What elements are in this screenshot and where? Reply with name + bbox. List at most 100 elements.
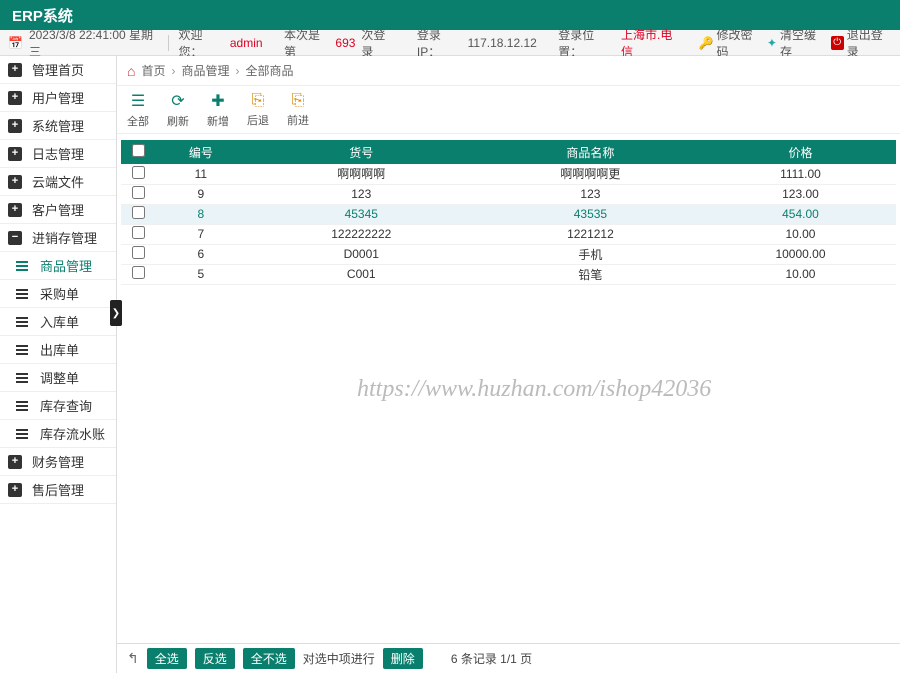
sidebar-toggle[interactable]: ❯ (110, 300, 122, 326)
row-checkbox[interactable] (132, 186, 145, 199)
home-icon[interactable]: ⌂ (127, 63, 135, 79)
cell-name: 123 (476, 184, 705, 204)
ip-label: 登录IP： (417, 26, 462, 60)
breadcrumb: ⌂ 首页 › 商品管理 › 全部商品 (117, 56, 900, 86)
select-all-button[interactable]: 全选 (147, 648, 187, 669)
cell-name: 1221212 (476, 224, 705, 244)
select-none-button[interactable]: 全不选 (243, 648, 295, 669)
list-icon (16, 429, 30, 439)
row-checkbox[interactable] (132, 166, 145, 179)
sidebar-item-11[interactable]: 调整单 (0, 364, 116, 392)
delete-button[interactable]: 删除 (383, 648, 423, 669)
list-icon (16, 261, 30, 271)
chevron-right-icon: › (236, 64, 240, 78)
datetime-label: 2023/3/8 22:41:00 星期三 (29, 26, 158, 60)
cell-name: 手机 (476, 244, 705, 264)
cell-price: 123.00 (705, 184, 896, 204)
product-table: 编号货号商品名称价格 11啊啊啊啊啊啊啊啊更1111.009123123123.… (121, 140, 896, 285)
sidebar-item-9[interactable]: 入库单 (0, 308, 116, 336)
sidebar-item-2[interactable]: +系统管理 (0, 112, 116, 140)
cell-sku: 啊啊啊啊 (247, 164, 476, 184)
expand-icon: − (8, 231, 22, 245)
row-checkbox-cell (121, 224, 155, 244)
calendar-icon: 📅 (8, 36, 23, 50)
breadcrumb-home[interactable]: 首页 (141, 62, 165, 79)
sidebar-item-10[interactable]: 出库单 (0, 336, 116, 364)
table-row[interactable]: 9123123123.00 (121, 184, 896, 204)
action-label: 对选中项进行 (303, 650, 375, 667)
sidebar-label: 管理首页 (32, 60, 84, 79)
sidebar-label: 库存流水账 (40, 424, 105, 443)
clear-cache-link[interactable]: ✦清空缓存 (767, 26, 825, 60)
select-all-checkbox[interactable] (132, 144, 145, 157)
sidebar-item-13[interactable]: 库存流水账 (0, 420, 116, 448)
sidebar-item-4[interactable]: +云端文件 (0, 168, 116, 196)
welcome-label: 欢迎您： (179, 26, 224, 60)
loc-label: 登录位置： (558, 26, 615, 60)
sidebar-item-12[interactable]: 库存查询 (0, 392, 116, 420)
plus-icon: ✚ (211, 91, 224, 111)
breadcrumb-mid[interactable]: 商品管理 (181, 62, 229, 79)
table-row[interactable]: 7122222222122121210.00 (121, 224, 896, 244)
sidebar-item-14[interactable]: + 财务管理 (0, 448, 116, 476)
expand-icon: + (8, 455, 22, 469)
visit-count: 693 (335, 36, 355, 50)
sidebar-label: 售后管理 (32, 480, 84, 499)
pager-info: 6 条记录 1/1 页 (451, 650, 532, 667)
toolbar-forward-button[interactable]: ⎘前进 (287, 92, 309, 128)
col-checkbox (121, 140, 155, 164)
broom-icon: ✦ (767, 36, 777, 50)
cell-id: 11 (155, 164, 247, 184)
logout-link[interactable]: ⏻退出登录 (831, 26, 892, 60)
toolbar-refresh-button[interactable]: ⟳刷新 (167, 91, 189, 129)
cell-sku: D0001 (247, 244, 476, 264)
ip-value: 117.18.12.12 (468, 36, 537, 50)
sidebar-item-6[interactable]: −进销存管理 (0, 224, 116, 252)
sidebar-label: 日志管理 (32, 144, 84, 163)
row-checkbox[interactable] (132, 206, 145, 219)
row-checkbox-cell (121, 164, 155, 184)
loc-value: 上海市.电信 (621, 26, 681, 60)
toolbar-all-button[interactable]: ☰全部 (127, 91, 149, 129)
cell-name: 43535 (476, 204, 705, 224)
row-checkbox[interactable] (132, 226, 145, 239)
col-header: 商品名称 (476, 140, 705, 164)
row-checkbox[interactable] (132, 266, 145, 279)
cell-id: 9 (155, 184, 247, 204)
table-row[interactable]: 84534543535454.00 (121, 204, 896, 224)
expand-icon: + (8, 63, 22, 77)
table-row[interactable]: 11啊啊啊啊啊啊啊啊更1111.00 (121, 164, 896, 184)
sidebar-item-3[interactable]: + 日志管理 (0, 140, 116, 168)
sidebar-item-0[interactable]: + 管理首页 (0, 56, 116, 84)
expand-icon: + (8, 483, 22, 497)
sidebar-label: 财务管理 (32, 452, 84, 471)
main-area: +管理首页+用户管理+系统管理+日志管理+云端文件+客户管理−进销存管理商品管理… (0, 56, 900, 673)
sidebar-label: 库存查询 (40, 396, 92, 415)
table-row[interactable]: 5C001铅笔10.00 (121, 264, 896, 284)
sidebar-item-1[interactable]: +用户管理 (0, 84, 116, 112)
cell-price: 10000.00 (705, 244, 896, 264)
sidebar-item-7[interactable]: 商品管理 (0, 252, 116, 280)
row-checkbox[interactable] (132, 246, 145, 259)
list-icon: ☰ (131, 91, 145, 111)
col-header: 价格 (705, 140, 896, 164)
cell-sku: 45345 (247, 204, 476, 224)
sidebar-label: 入库单 (40, 312, 79, 331)
toolbar-add-button[interactable]: ✚新增 (207, 91, 229, 129)
change-password-link[interactable]: 🔑修改密码 (699, 26, 761, 60)
invert-button[interactable]: 反选 (195, 648, 235, 669)
sidebar-label: 调整单 (40, 368, 79, 387)
current-user: admin (230, 36, 263, 50)
col-header: 编号 (155, 140, 247, 164)
sidebar-item-15[interactable]: + 售后管理 (0, 476, 116, 504)
table-row[interactable]: 6D0001手机10000.00 (121, 244, 896, 264)
toolbar-back-button[interactable]: ⎘后退 (247, 92, 269, 128)
sidebar-label: 进销存管理 (32, 228, 97, 247)
cell-sku: 123 (247, 184, 476, 204)
sidebar-item-5[interactable]: +客户管理 (0, 196, 116, 224)
sidebar-label: 客户管理 (32, 200, 84, 219)
sidebar-item-8[interactable]: 采购单 (0, 280, 116, 308)
cell-id: 7 (155, 224, 247, 244)
toolbar: ☰全部 ⟳刷新 ✚新增 ⎘后退 ⎘前进 (117, 86, 900, 134)
expand-icon: + (8, 147, 22, 161)
